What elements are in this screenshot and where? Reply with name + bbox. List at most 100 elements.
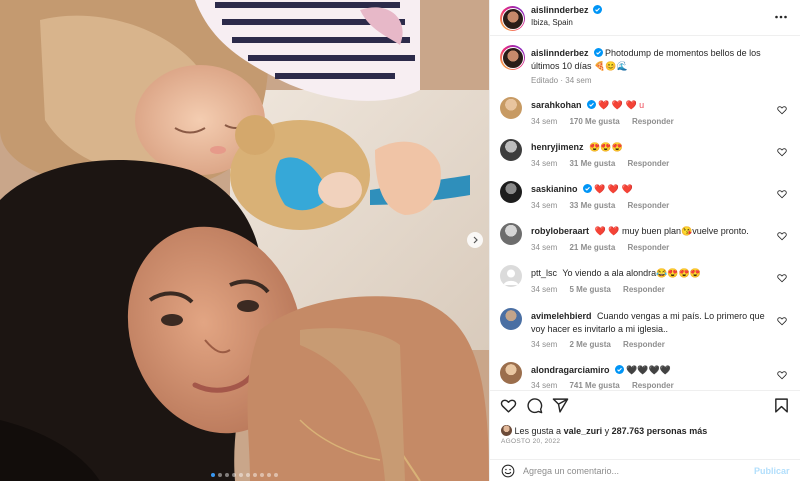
publish-button[interactable]: Publicar [754, 466, 790, 476]
heart-icon[interactable] [777, 231, 787, 241]
comment-likes-button[interactable]: 21 Me gusta [569, 243, 615, 252]
comment-likes-button[interactable]: 5 Me gusta [569, 285, 610, 294]
comment-text: ❤️ ❤️ muy buen plan😘vuelve pronto. [594, 226, 749, 236]
share-icon[interactable] [552, 397, 569, 414]
comment-row: alondragarciamiro 🖤🖤🖤🖤 34 sem 741 Me gus… [490, 362, 800, 390]
reply-button[interactable]: Responder [628, 159, 670, 168]
comment-likes-button[interactable]: 31 Me gusta [569, 159, 615, 168]
comment-text-block: saskianino ❤️ ❤️ ❤️ [531, 183, 779, 196]
heart-icon[interactable] [777, 273, 787, 283]
comment-meta: 34 sem 741 Me gusta Responder [531, 381, 684, 390]
commenter-avatar[interactable] [500, 181, 522, 203]
comment-username[interactable]: avimelehbierd [531, 311, 592, 321]
post-location[interactable]: Ibiza, Spain [531, 18, 573, 27]
reply-button[interactable]: Responder [632, 381, 674, 390]
verified-badge-icon [593, 48, 603, 57]
comment-text: Yo viendo a ala alondra😂😍😍😍 [562, 268, 701, 278]
verified-badge-icon [582, 184, 592, 193]
verified-badge-icon [593, 5, 603, 14]
comment-username[interactable]: sarahkohan [531, 100, 582, 110]
author-avatar[interactable] [500, 45, 525, 70]
reply-button[interactable]: Responder [628, 201, 670, 210]
caption-username[interactable]: aislinnderbez [531, 48, 589, 58]
likes-count[interactable]: 287.763 personas más [612, 426, 708, 436]
comment-text-block: henryjimenz 😍😍😍 [531, 141, 779, 154]
verified-badge-icon [586, 100, 596, 109]
comment-row: henryjimenz 😍😍😍 34 sem 31 Me gusta Respo… [490, 139, 800, 175]
comment-meta: 34 sem 21 Me gusta Responder [531, 243, 679, 252]
heart-icon[interactable] [777, 147, 787, 157]
author-avatar[interactable] [500, 6, 525, 31]
commenter-avatar[interactable] [500, 97, 522, 119]
comment-likes-button[interactable]: 170 Me gusta [569, 117, 619, 126]
comment-time: 34 sem [531, 201, 558, 210]
post-actions: Les gusta a vale_zuri y 287.763 personas… [490, 390, 800, 450]
post-photo[interactable] [0, 0, 489, 481]
author-name-row: aislinnderbez [531, 5, 603, 15]
reply-button[interactable]: Responder [628, 243, 670, 252]
comment-icon[interactable] [526, 397, 543, 414]
heart-icon[interactable] [777, 370, 787, 380]
carousel-next-button[interactable] [467, 232, 483, 248]
comment-username[interactable]: alondragarciamiro [531, 365, 610, 375]
post-side-panel: aislinnderbez Ibiza, Spain aislinnderbez… [489, 0, 800, 481]
carousel-dot [225, 473, 229, 477]
caption: aislinnderbez Photodump de momentos bell… [490, 45, 800, 89]
comment-time: 34 sem [531, 117, 558, 126]
likes-prefix: Les gusta a [514, 426, 562, 436]
comment-username[interactable]: ptt_lsc [531, 268, 557, 278]
comment-time: 34 sem [531, 381, 558, 390]
comment-composer: Publicar [490, 459, 800, 481]
comment-text-block: robyloberaart ❤️ ❤️ muy buen plan😘vuelve… [531, 225, 779, 238]
comment-text-block: ptt_lsc Yo viendo a ala alondra😂😍😍😍 [531, 267, 779, 280]
likes-user[interactable]: vale_zuri [564, 426, 603, 436]
carousel-dot [253, 473, 257, 477]
commenter-avatar[interactable] [500, 362, 522, 384]
comment-row: avimelehbierd Cuando vengas a mi país. L… [490, 308, 800, 356]
bookmark-icon[interactable] [773, 397, 790, 414]
commenter-avatar[interactable] [500, 265, 522, 287]
heart-icon[interactable] [777, 316, 787, 326]
carousel-dot [267, 473, 271, 477]
more-options-icon[interactable] [774, 10, 788, 24]
likes-summary[interactable]: Les gusta a vale_zuri y 287.763 personas… [501, 425, 707, 436]
reply-button[interactable]: Responder [632, 117, 674, 126]
comment-username[interactable]: henryjimenz [531, 142, 584, 152]
comment-meta: 34 sem 2 Me gusta Responder [531, 340, 675, 349]
comment-text-block: alondragarciamiro 🖤🖤🖤🖤 [531, 364, 779, 377]
comment-username[interactable]: robyloberaart [531, 226, 589, 236]
comment-likes-button[interactable]: 33 Me gusta [569, 201, 615, 210]
reply-button[interactable]: Responder [623, 340, 665, 349]
heart-icon[interactable] [500, 397, 517, 414]
comments-list[interactable]: aislinnderbez Photodump de momentos bell… [490, 37, 800, 390]
carousel-dot [218, 473, 222, 477]
comment-text: 😍😍😍 [589, 142, 623, 152]
emoji-icon[interactable] [501, 464, 515, 478]
author-username[interactable]: aislinnderbez [531, 5, 589, 15]
comment-likes-button[interactable]: 741 Me gusta [569, 381, 619, 390]
carousel-dot [274, 473, 278, 477]
post-header: aislinnderbez Ibiza, Spain [490, 0, 800, 36]
comment-text-block: avimelehbierd Cuando vengas a mi país. L… [531, 310, 779, 336]
commenter-avatar[interactable] [500, 223, 522, 245]
comment-input[interactable] [523, 463, 743, 479]
verified-badge-icon [614, 365, 624, 374]
caption-text-block: aislinnderbez Photodump de momentos bell… [531, 47, 779, 73]
comment-likes-button[interactable]: 2 Me gusta [569, 340, 610, 349]
comment-username[interactable]: saskianino [531, 184, 578, 194]
likes-middle: y [604, 426, 610, 436]
photo-image [0, 0, 489, 481]
comment-text: ❤️ ❤️ ❤️ u [598, 100, 645, 110]
carousel-dot [232, 473, 236, 477]
heart-icon[interactable] [777, 105, 787, 115]
comment-meta: 34 sem 5 Me gusta Responder [531, 285, 675, 294]
comment-time: 34 sem [531, 159, 558, 168]
commenter-avatar[interactable] [500, 139, 522, 161]
carousel-dot [260, 473, 264, 477]
post-dialog: aislinnderbez Ibiza, Spain aislinnderbez… [0, 0, 800, 481]
post-date: AGOSTO 20, 2022 [501, 438, 561, 445]
heart-icon[interactable] [777, 189, 787, 199]
carousel-dot [239, 473, 243, 477]
commenter-avatar[interactable] [500, 308, 522, 330]
reply-button[interactable]: Responder [623, 285, 665, 294]
